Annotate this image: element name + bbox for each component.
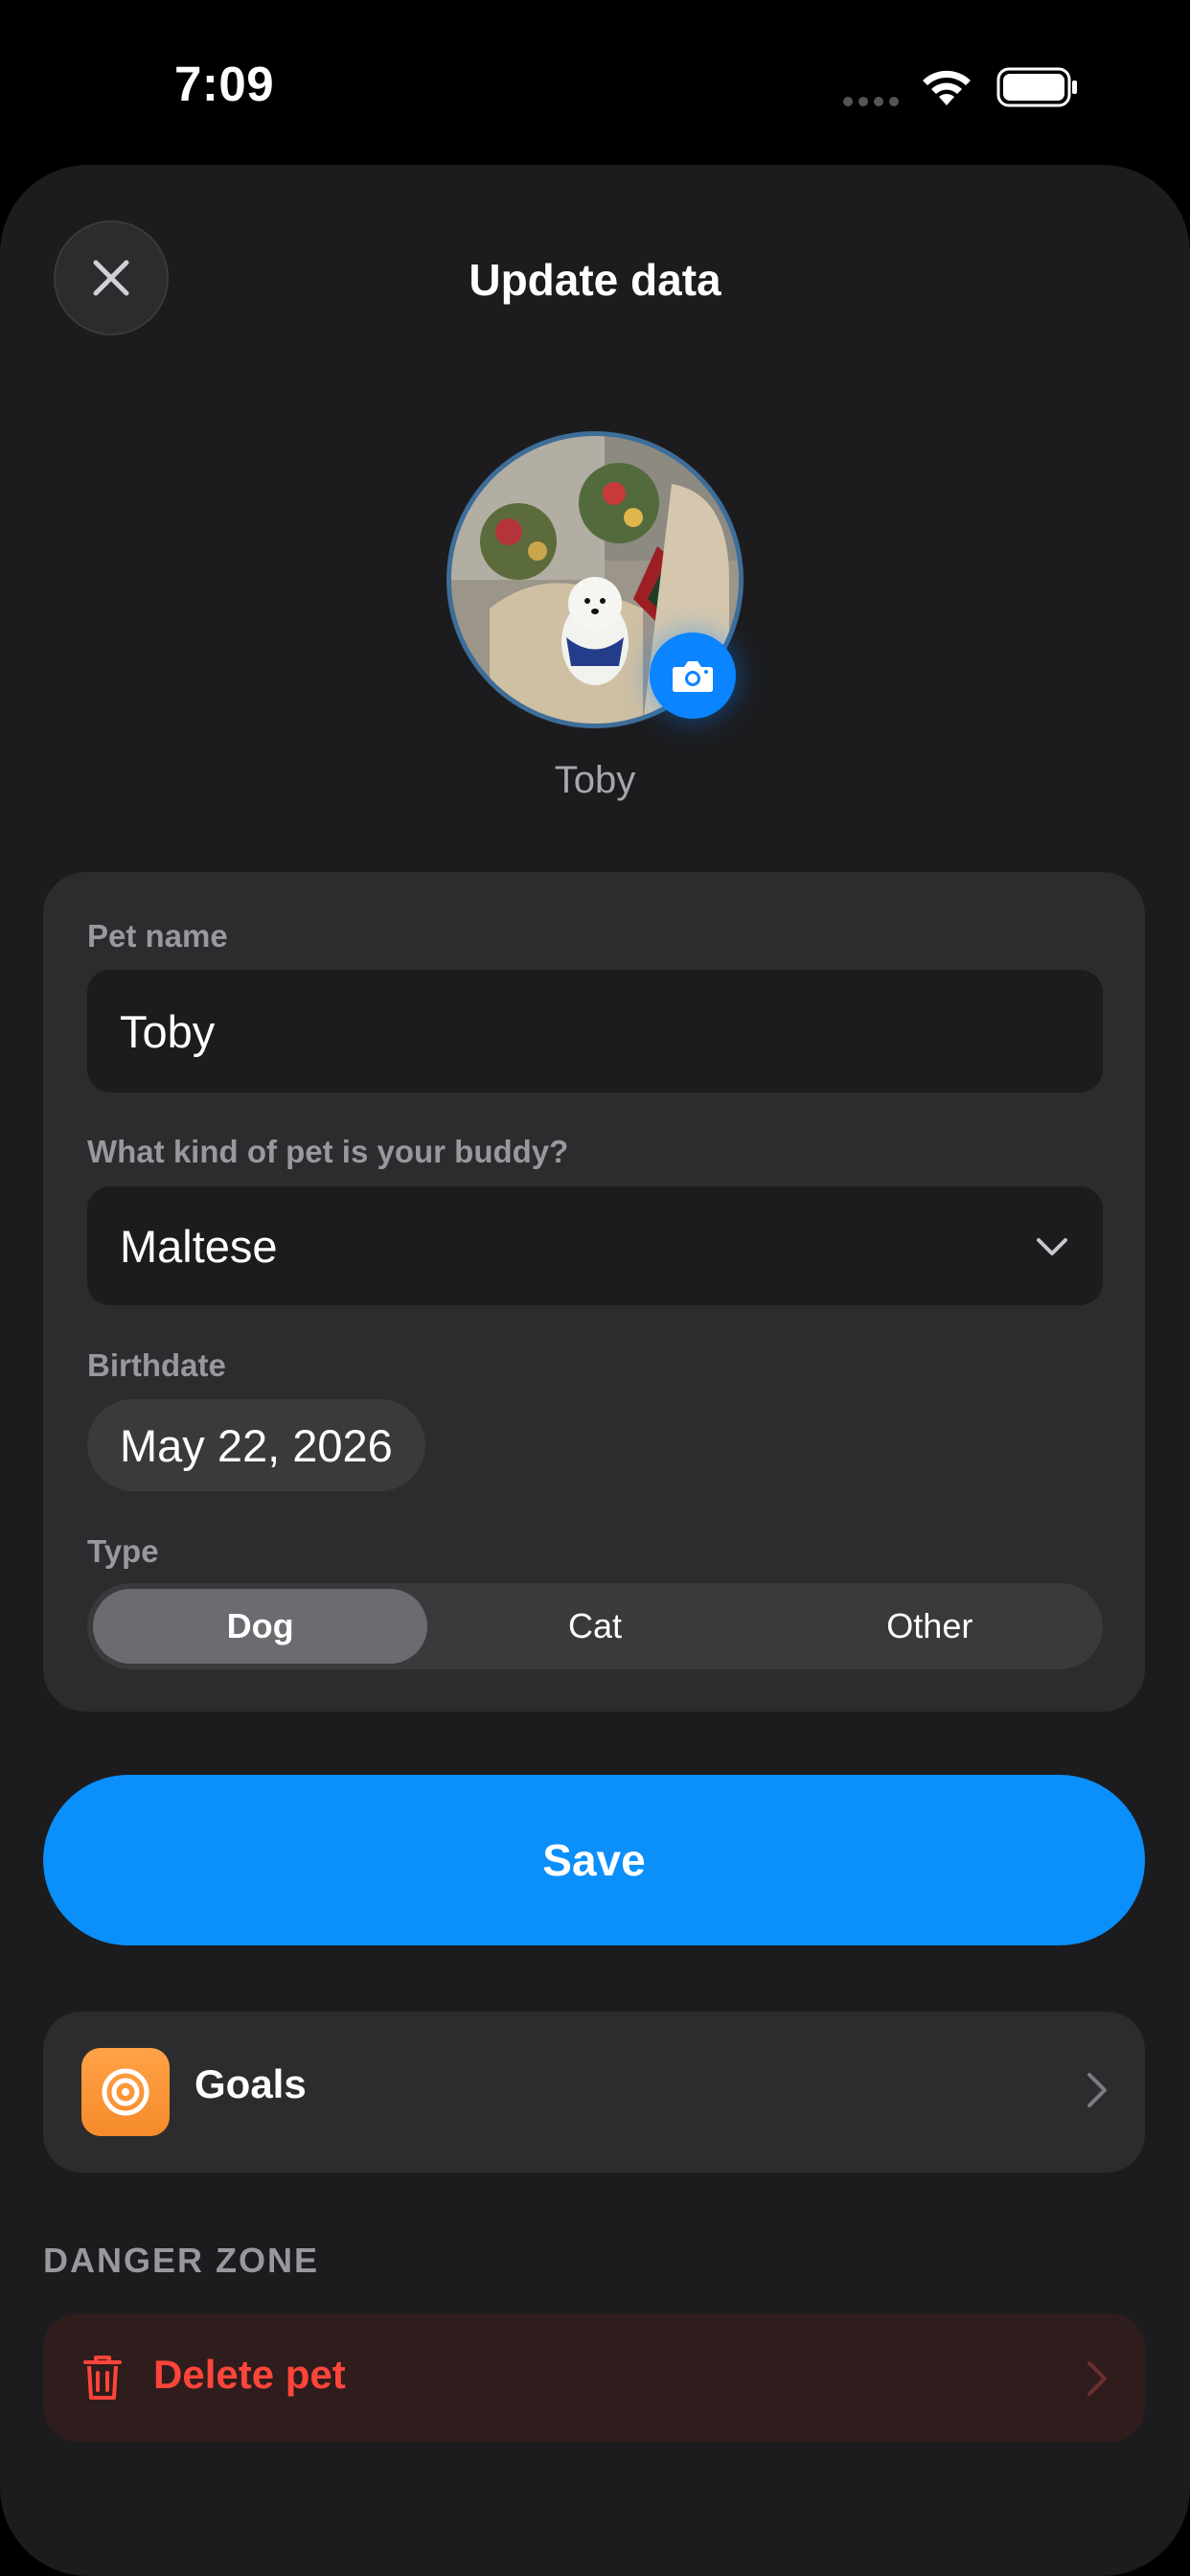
status-bar: 7:09 xyxy=(0,0,1190,168)
save-button[interactable]: Save xyxy=(43,1775,1145,1945)
chevron-down-icon xyxy=(1037,1238,1067,1255)
type-option-other[interactable]: Other xyxy=(763,1589,1097,1664)
goals-label: Goals xyxy=(195,2061,307,2106)
pet-name-value: Toby xyxy=(120,1005,216,1057)
pet-name-input[interactable]: Toby xyxy=(87,970,1103,1092)
avatar-name: Toby xyxy=(554,759,636,801)
type-option-dog[interactable]: Dog xyxy=(93,1589,428,1664)
change-photo-button[interactable] xyxy=(650,632,736,719)
birthdate-picker[interactable]: May 22, 2026 xyxy=(87,1399,425,1491)
cellular-signal-icon xyxy=(843,94,904,111)
sheet-title: Update data xyxy=(469,255,721,305)
status-time: 7:09 xyxy=(174,57,275,111)
chevron-right-icon xyxy=(1087,2073,1107,2107)
delete-pet-row[interactable]: Delete pet xyxy=(43,2313,1145,2442)
pet-form-card: Pet name Toby What kind of pet is your b… xyxy=(43,872,1145,1712)
type-label: Type xyxy=(87,1533,159,1569)
trash-icon xyxy=(83,2356,122,2400)
target-icon xyxy=(81,2048,170,2136)
danger-zone-label: DANGER ZONE xyxy=(43,2241,320,2280)
camera-icon xyxy=(673,661,713,692)
breed-select[interactable]: Maltese xyxy=(87,1186,1103,1305)
chevron-right-icon xyxy=(1087,2361,1107,2396)
pet-name-label: Pet name xyxy=(87,918,228,954)
delete-pet-label: Delete pet xyxy=(153,2352,346,2397)
breed-value: Maltese xyxy=(120,1220,278,1272)
birthdate-label: Birthdate xyxy=(87,1347,226,1383)
type-option-cat[interactable]: Cat xyxy=(427,1589,762,1664)
goals-row[interactable]: Goals xyxy=(43,2012,1145,2173)
birthdate-value: May 22, 2026 xyxy=(120,1419,393,1471)
wifi-icon xyxy=(920,67,973,112)
breed-label: What kind of pet is your buddy? xyxy=(87,1134,569,1169)
battery-icon xyxy=(996,67,1079,112)
type-segmented-control: Dog Cat Other xyxy=(87,1583,1103,1669)
